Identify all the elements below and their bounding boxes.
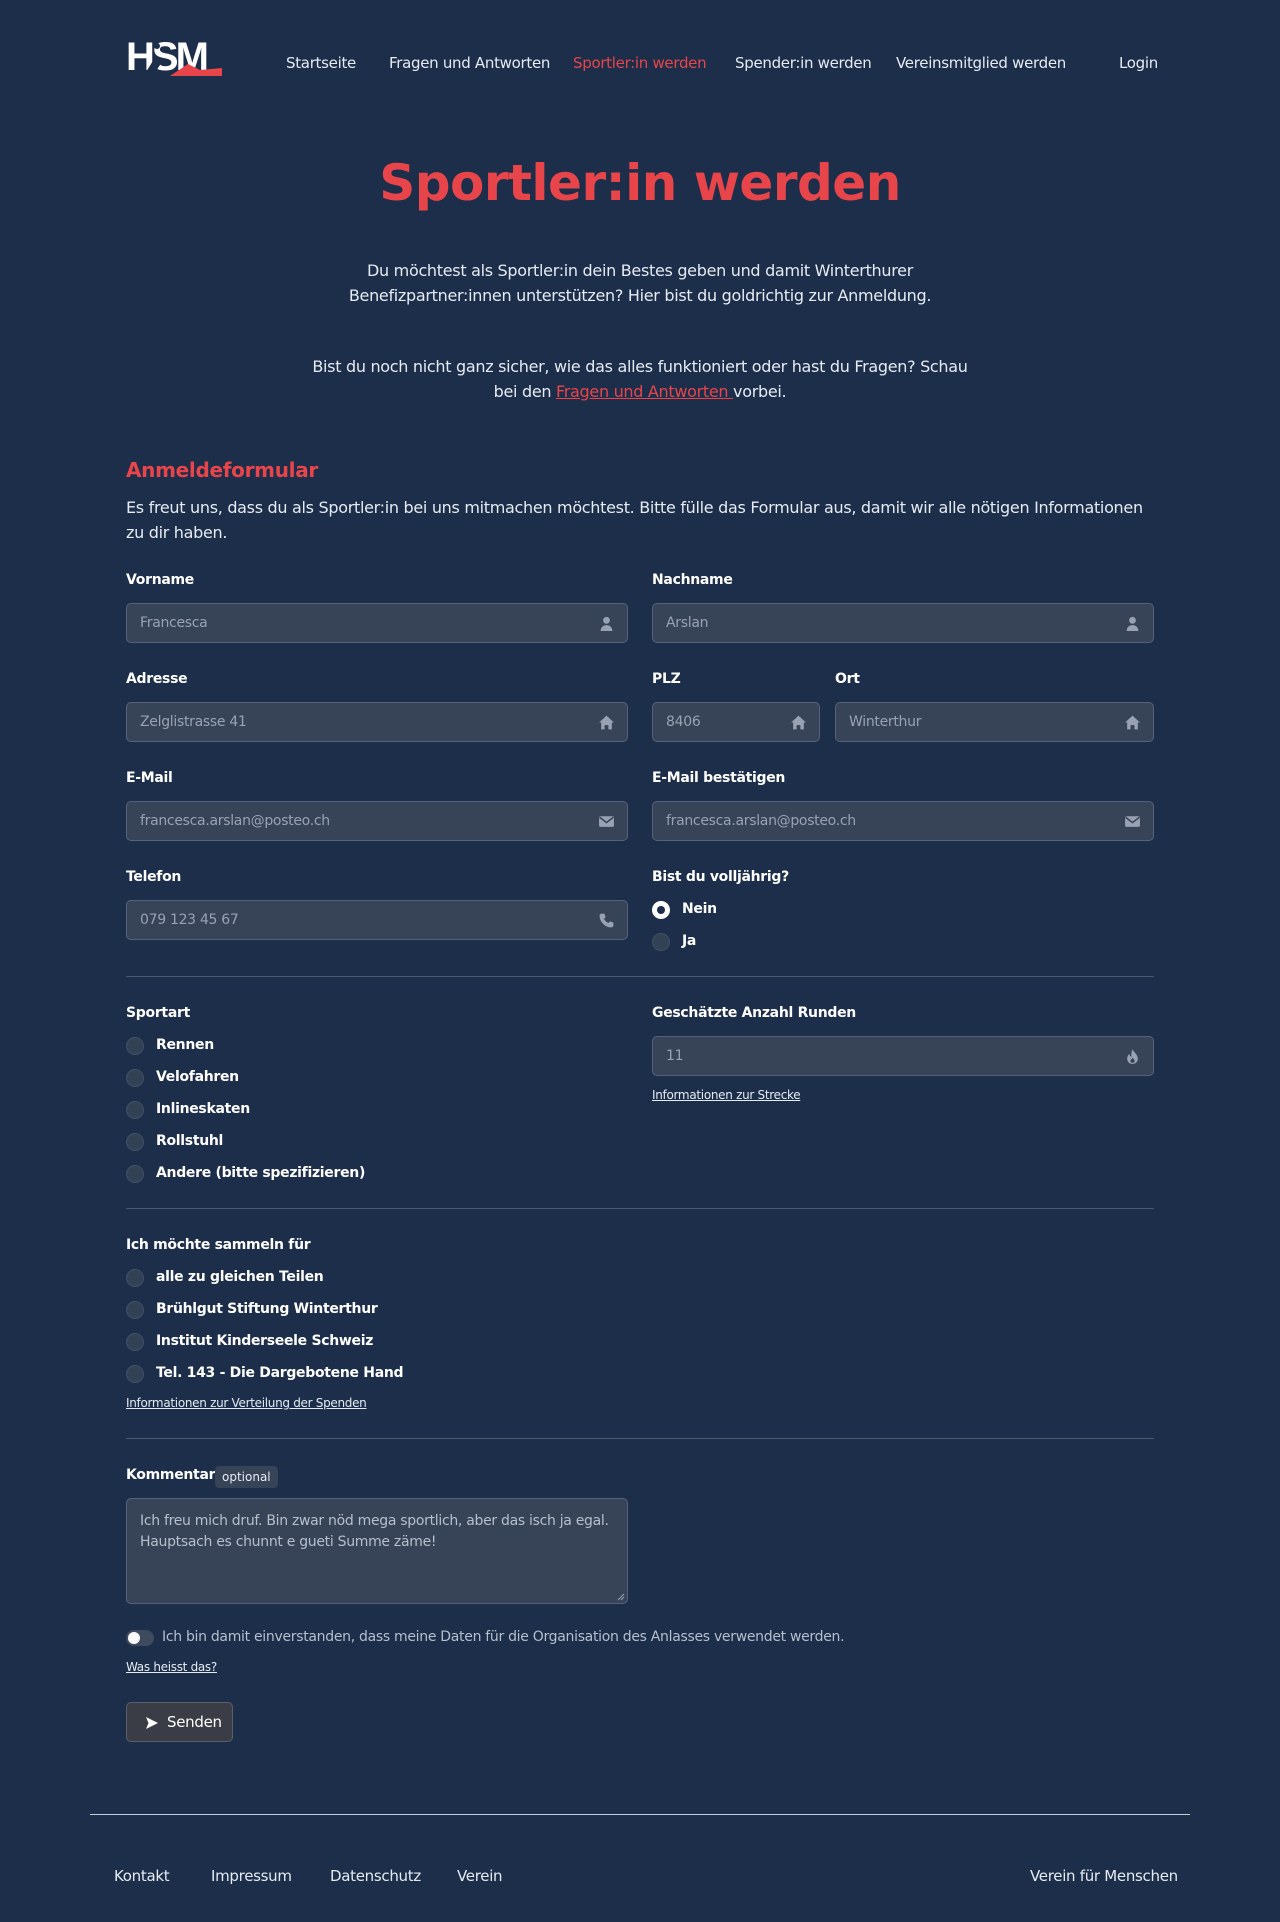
fire-icon: [1127, 1049, 1138, 1064]
resize-handle-icon[interactable]: [617, 1593, 625, 1601]
radio-button[interactable]: [126, 1133, 144, 1151]
ort-value: Winterthur: [849, 714, 922, 730]
send-button-label: Senden: [167, 1713, 222, 1731]
section-divider: [126, 1438, 1154, 1439]
spenden-verteilung-link[interactable]: Informationen zur Verteilung der Spenden: [126, 1396, 367, 1410]
email-confirm-value: francesca.arslan@posteo.ch: [666, 813, 856, 829]
optional-badge: optional: [215, 1466, 278, 1488]
radio-button[interactable]: [126, 1269, 144, 1287]
footer-verein-fuer-menschen[interactable]: Verein für Menschen: [1030, 1867, 1178, 1885]
radio-label: Nein: [682, 901, 717, 917]
kommentar-textarea[interactable]: Ich freu mich druf. Bin zwar nöd mega sp…: [126, 1498, 628, 1604]
radio-label: Inlineskaten: [156, 1101, 250, 1117]
radio-label: Institut Kinderseele Schweiz: [156, 1333, 374, 1349]
hsm-logo[interactable]: HSM: [126, 34, 222, 76]
radio-label: Rennen: [156, 1037, 214, 1053]
radio-label: Brühlgut Stiftung Winterthur: [156, 1301, 378, 1317]
sammeln-label: Ich möchte sammeln für: [126, 1237, 311, 1253]
email-label: E-Mail: [126, 770, 173, 786]
nachname-value: Arslan: [666, 615, 709, 631]
strecke-info-link[interactable]: Informationen zur Strecke: [652, 1088, 801, 1102]
radio-label: alle zu gleichen Teilen: [156, 1269, 324, 1285]
nachname-label: Nachname: [652, 572, 733, 588]
vorname-value: Francesca: [140, 615, 208, 631]
radio-label: Velofahren: [156, 1069, 239, 1085]
kommentar-label: Kommentar: [126, 1467, 216, 1483]
consent-info-link[interactable]: Was heisst das?: [126, 1660, 217, 1674]
home-icon: [791, 715, 806, 730]
radio-label: Tel. 143 - Die Dargebotene Hand: [156, 1365, 404, 1381]
radio-button[interactable]: [652, 933, 670, 951]
top-navigation: HSM Startseite Fragen und Antworten Spor…: [0, 0, 1280, 130]
nachname-input[interactable]: Arslan: [652, 603, 1154, 643]
user-icon: [1126, 616, 1139, 631]
radio-button[interactable]: [652, 901, 670, 919]
send-button[interactable]: Senden: [126, 1702, 233, 1742]
plz-value: 8406: [666, 714, 701, 730]
phone-icon: [599, 913, 614, 928]
footer-datenschutz[interactable]: Datenschutz: [330, 1867, 421, 1885]
faq-link[interactable]: Fragen und Antworten: [556, 382, 733, 401]
nav-fragen-und-antworten[interactable]: Fragen und Antworten: [389, 54, 550, 72]
radio-button[interactable]: [126, 1101, 144, 1119]
runden-value: 11: [666, 1048, 684, 1064]
email-confirm-label: E-Mail bestätigen: [652, 770, 786, 786]
nav-spender-werden[interactable]: Spender:in werden: [735, 54, 872, 72]
home-icon: [599, 715, 614, 730]
footer-kontakt[interactable]: Kontakt: [114, 1867, 170, 1885]
nav-login[interactable]: Login: [1119, 54, 1158, 72]
envelope-icon: [1125, 816, 1140, 827]
radio-button[interactable]: [126, 1069, 144, 1087]
radio-button[interactable]: [126, 1365, 144, 1383]
adresse-value: Zelglistrasse 41: [140, 714, 247, 730]
user-icon: [600, 616, 613, 631]
nav-sportler-werden[interactable]: Sportler:in werden: [573, 54, 707, 72]
footer-divider: [90, 1814, 1190, 1815]
nav-vereinsmitglied-werden[interactable]: Vereinsmitglied werden: [896, 54, 1066, 72]
radio-button[interactable]: [126, 1165, 144, 1183]
form-intro: Es freut uns, dass du als Sportler:in be…: [126, 498, 1143, 542]
home-icon: [1125, 715, 1140, 730]
section-divider: [126, 1208, 1154, 1209]
kommentar-value: Ich freu mich druf. Bin zwar nöd mega sp…: [140, 1513, 609, 1550]
consent-text: Ich bin damit einverstanden, dass meine …: [162, 1629, 845, 1645]
hero-intro-text: Du möchtest als Sportler:in dein Bestes …: [348, 261, 932, 305]
toggle-knob: [128, 1632, 140, 1644]
paper-plane-icon: [146, 1717, 158, 1729]
hero-faq-after: vorbei.: [733, 382, 787, 401]
page-title: Sportler:in werden: [379, 154, 901, 212]
telefon-value: 079 123 45 67: [140, 912, 239, 928]
hero-faq-text: Bist du noch nicht ganz sicher, wie das …: [300, 354, 980, 404]
plz-input[interactable]: 8406: [652, 702, 820, 742]
radio-button[interactable]: [126, 1301, 144, 1319]
envelope-icon: [599, 816, 614, 827]
adresse-input[interactable]: Zelglistrasse 41: [126, 702, 628, 742]
footer-verein[interactable]: Verein: [457, 1867, 503, 1885]
runden-input[interactable]: 11: [652, 1036, 1154, 1076]
telefon-input[interactable]: 079 123 45 67: [126, 900, 628, 940]
email-confirm-input[interactable]: francesca.arslan@posteo.ch: [652, 801, 1154, 841]
consent-toggle[interactable]: [126, 1630, 154, 1646]
runden-label: Geschätzte Anzahl Runden: [652, 1005, 856, 1021]
radio-label: Ja: [682, 933, 697, 949]
adresse-label: Adresse: [126, 671, 188, 687]
vorname-label: Vorname: [126, 572, 194, 588]
radio-button[interactable]: [126, 1037, 144, 1055]
radio-button[interactable]: [126, 1333, 144, 1351]
email-value: francesca.arslan@posteo.ch: [140, 813, 330, 829]
volljaehrig-label: Bist du volljährig?: [652, 869, 789, 885]
email-input[interactable]: francesca.arslan@posteo.ch: [126, 801, 628, 841]
ort-input[interactable]: Winterthur: [835, 702, 1154, 742]
footer-impressum[interactable]: Impressum: [211, 1867, 292, 1885]
form-title: Anmeldeformular: [126, 458, 318, 482]
telefon-label: Telefon: [126, 869, 182, 885]
radio-label: Andere (bitte spezifizieren): [156, 1165, 366, 1181]
sportart-label: Sportart: [126, 1005, 190, 1021]
radio-label: Rollstuhl: [156, 1133, 224, 1149]
plz-label: PLZ: [652, 671, 681, 687]
nav-startseite[interactable]: Startseite: [286, 54, 356, 72]
section-divider: [126, 976, 1154, 977]
ort-label: Ort: [835, 671, 860, 687]
vorname-input[interactable]: Francesca: [126, 603, 628, 643]
